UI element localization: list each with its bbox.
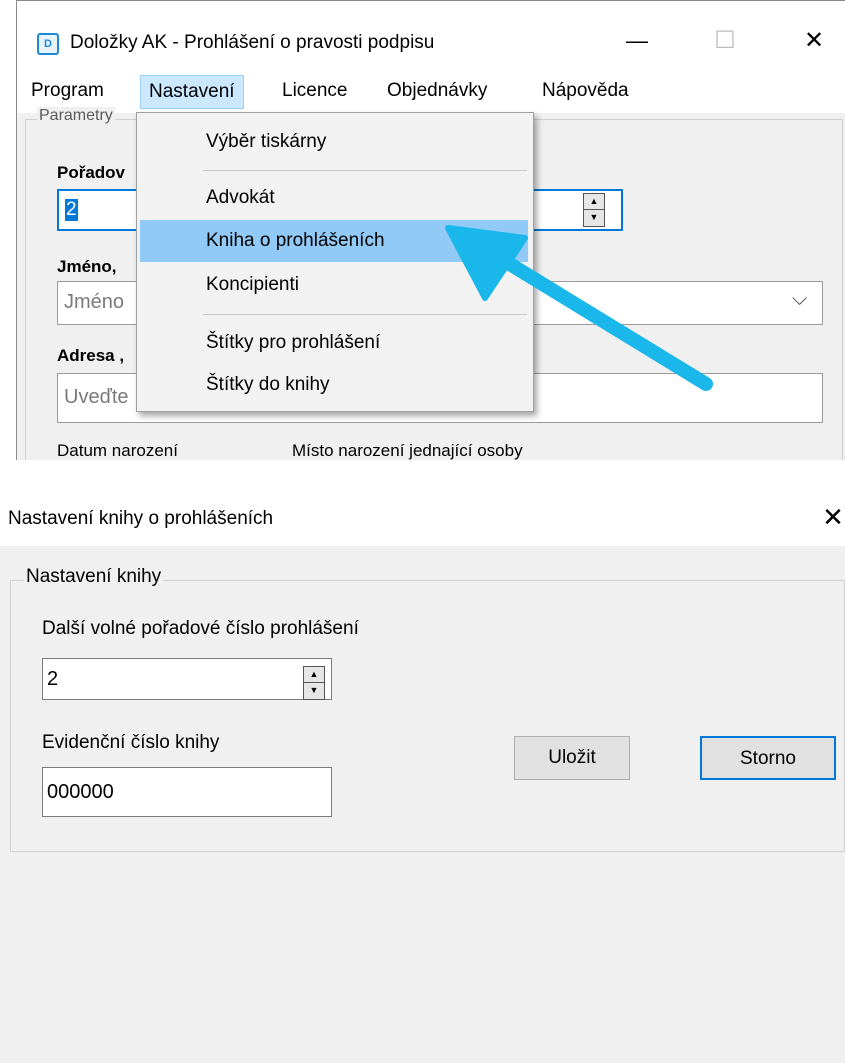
menu-bar: Program Nastavení Licence Objednávky Náp… [17, 69, 845, 113]
next-number-input[interactable]: 2 ▲ ▼ [42, 658, 332, 700]
menu-item-printer[interactable]: Výběr tiskárny [140, 121, 528, 163]
address-label: Adresa , [57, 346, 125, 365]
next-number-value: 2 [47, 668, 59, 690]
book-settings-legend: Nastavení knihy [24, 566, 164, 588]
menu-nastaveni[interactable]: Nastavení [140, 75, 244, 109]
parameters-legend: Parametry [37, 107, 115, 125]
menu-program[interactable]: Program [23, 75, 112, 107]
menu-separator [203, 170, 527, 171]
birth-date-label: Datum narození [57, 441, 178, 460]
menu-licence[interactable]: Licence [274, 75, 356, 107]
maximize-button[interactable]: ☐ [705, 21, 745, 61]
registry-number-input[interactable]: 000000 [42, 767, 332, 817]
dialog-close-icon[interactable]: ✕ [818, 502, 845, 533]
order-number-label: Pořadov [57, 163, 126, 182]
close-button[interactable]: ✕ [794, 21, 834, 61]
registry-number-label: Evidenční číslo knihy [42, 732, 220, 753]
name-label: Jméno, [57, 257, 117, 276]
chevron-down-icon[interactable]: ⌵ [792, 288, 807, 311]
next-number-label: Další volné pořadové číslo prohlášení [42, 618, 359, 639]
birth-place-label: Místo narození jednající osoby [292, 441, 523, 460]
app-icon: D [37, 33, 59, 55]
menu-item-advokat[interactable]: Advokát [140, 177, 528, 219]
window-title: Doložky AK - Prohlášení o pravosti podpi… [70, 32, 435, 53]
order-number-value: 2 [65, 199, 78, 221]
dialog-title: Nastavení knihy o prohlášeních [8, 508, 274, 529]
book-settings-dialog: Nastavení knihy o prohlášeních ✕ Nastave… [0, 494, 845, 1063]
dialog-title-bar: Nastavení knihy o prohlášeních ✕ [0, 494, 845, 546]
menu-napoveda[interactable]: Nápověda [534, 75, 637, 107]
address-placeholder: Uveďte [64, 386, 129, 408]
save-button[interactable]: Uložit [514, 736, 630, 780]
registry-number-value: 000000 [47, 781, 114, 803]
annotation-arrow-icon [445, 225, 713, 391]
spin-down-icon[interactable]: ▼ [303, 682, 325, 700]
next-number-stepper[interactable]: ▲ ▼ [303, 664, 329, 700]
name-placeholder: Jméno [64, 291, 125, 313]
menu-objednavky[interactable]: Objednávky [379, 75, 495, 107]
title-bar: D Doložky AK - Prohlášení o pravosti pod… [17, 1, 845, 69]
minimize-button[interactable]: — [617, 21, 657, 61]
cancel-button[interactable]: Storno [700, 736, 836, 780]
